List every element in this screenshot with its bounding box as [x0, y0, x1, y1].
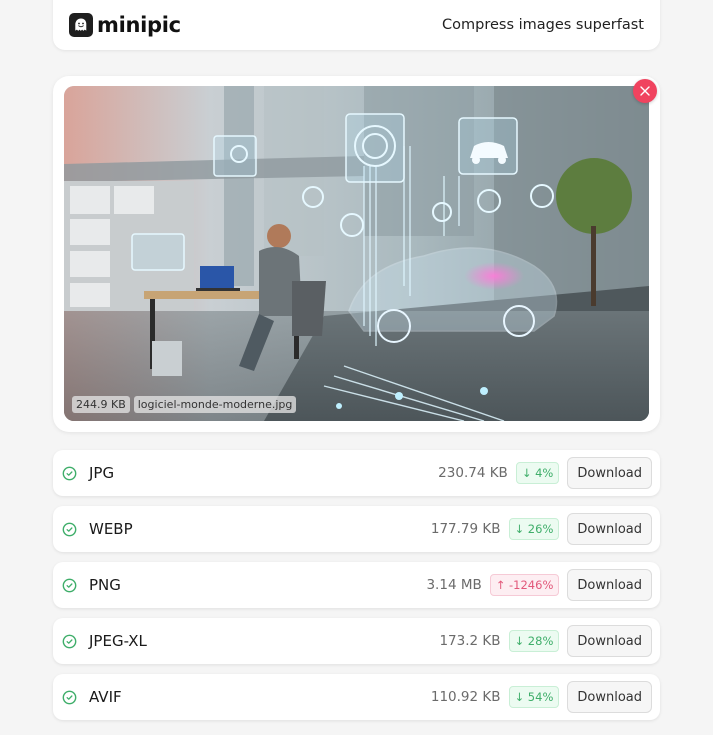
preview-illustration — [64, 86, 649, 421]
brand[interactable]: minipic — [69, 5, 181, 37]
result-row-png: PNG 3.14 MB ↑ -1246% Download — [53, 562, 660, 608]
compressed-size: 3.14 MB — [426, 577, 482, 593]
download-button[interactable]: Download — [567, 681, 652, 713]
original-size: 244.9 KB — [72, 396, 130, 413]
check-circle-icon — [62, 634, 77, 648]
compressed-size: 110.92 KB — [430, 689, 501, 705]
size-change-badge: ↓ 4% — [515, 462, 560, 484]
result-row-avif: AVIF 110.92 KB ↓ 54% Download — [53, 674, 660, 720]
image-meta: 244.9 KB logiciel-monde-moderne.jpg — [72, 396, 297, 413]
file-name: logiciel-monde-moderne.jpg — [133, 396, 297, 413]
download-button[interactable]: Download — [567, 625, 652, 657]
check-circle-icon — [62, 578, 77, 592]
format-name: JPG — [89, 464, 115, 482]
brand-name: minipic — [97, 13, 181, 37]
check-circle-icon — [62, 690, 77, 704]
size-change-badge: ↓ 26% — [508, 518, 560, 540]
app-header: minipic Compress images superfast — [53, 0, 660, 50]
format-name: JPEG-XL — [89, 632, 147, 650]
remove-image-button[interactable] — [633, 79, 657, 103]
compressed-size: 173.2 KB — [439, 633, 501, 649]
check-circle-icon — [62, 522, 77, 536]
size-change-badge: ↓ 28% — [508, 630, 560, 652]
format-name: AVIF — [89, 688, 122, 706]
download-button[interactable]: Download — [567, 569, 652, 601]
result-row-webp: WEBP 177.79 KB ↓ 26% Download — [53, 506, 660, 552]
check-circle-icon — [62, 466, 77, 480]
result-row-jpg: JPG 230.74 KB ↓ 4% Download — [53, 450, 660, 496]
ghost-smile-icon — [69, 13, 93, 37]
tagline: Compress images superfast — [442, 17, 644, 33]
compressed-size: 230.74 KB — [438, 465, 508, 481]
compressed-size: 177.79 KB — [430, 521, 501, 537]
format-name: WEBP — [89, 520, 133, 538]
download-button[interactable]: Download — [567, 513, 652, 545]
image-preview: 244.9 KB logiciel-monde-moderne.jpg — [64, 86, 649, 421]
size-change-badge: ↑ -1246% — [489, 574, 560, 596]
image-preview-card: 244.9 KB logiciel-monde-moderne.jpg — [53, 76, 660, 432]
result-row-jpeg-xl: JPEG-XL 173.2 KB ↓ 28% Download — [53, 618, 660, 664]
size-change-badge: ↓ 54% — [508, 686, 560, 708]
close-icon — [640, 86, 650, 96]
format-name: PNG — [89, 576, 121, 594]
download-button[interactable]: Download — [567, 457, 652, 489]
